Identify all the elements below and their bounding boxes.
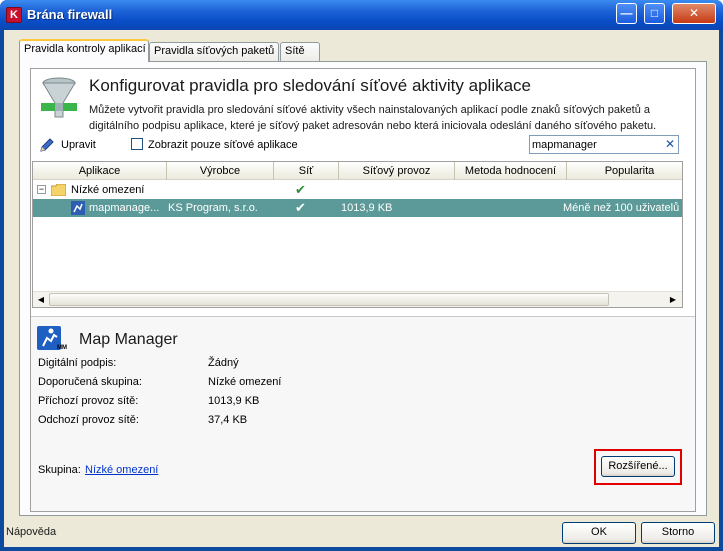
advanced-button-highlight: Rozšířené...	[594, 449, 682, 485]
recommended-group-value: Nízké omezení	[208, 376, 282, 388]
app-name-cell: mapmanage...	[89, 202, 160, 214]
page-description: Můžete vytvořit pravidla pro sledování s…	[89, 104, 657, 132]
close-icon: ✕	[688, 6, 700, 20]
map-manager-app-icon	[71, 201, 85, 215]
column-header-rating-method[interactable]: Metoda hodnocení	[455, 162, 567, 180]
popularity-cell: Méně než 100 uživatelů	[563, 202, 680, 214]
title-bar[interactable]: K Brána firewall — □ ✕	[0, 0, 723, 30]
maximize-icon: □	[650, 6, 659, 20]
digital-signature-label: Digitální podpis:	[38, 357, 117, 369]
clear-search-icon[interactable]: ✕	[665, 137, 675, 151]
window-title: Brána firewall	[27, 7, 113, 22]
app-name: Map Manager	[79, 331, 178, 348]
table-row[interactable]: mapmanage... KS Program, s.r.o. ✔ 1013,9…	[33, 199, 682, 217]
recommended-group-label: Doporučená skupina:	[38, 376, 142, 388]
collapse-icon[interactable]: −	[37, 185, 46, 194]
outgoing-traffic-value: 37,4 KB	[208, 414, 248, 426]
show-network-apps-label: Zobrazit pouze síťové aplikace	[148, 139, 298, 151]
grid-header: Aplikace Výrobce Síť Síťový provoz Metod…	[33, 162, 682, 180]
incoming-traffic-value: 1013,9 KB	[208, 395, 260, 407]
folder-icon	[51, 184, 66, 196]
tab-panel: Konfigurovat pravidla pro sledování síťo…	[19, 61, 707, 516]
scroll-left-icon[interactable]: ◀	[34, 294, 48, 306]
column-header-traffic[interactable]: Síťový provoz	[339, 162, 455, 180]
edit-button-label: Upravit	[61, 139, 96, 151]
help-link[interactable]: Nápověda	[6, 526, 56, 538]
applications-grid: Aplikace Výrobce Síť Síťový provoz Metod…	[32, 161, 683, 308]
advanced-button[interactable]: Rozšířené...	[601, 456, 675, 477]
app-icon-badge: MM	[57, 345, 67, 351]
vendor-cell: KS Program, s.r.o.	[168, 202, 258, 214]
close-button[interactable]: ✕	[672, 3, 716, 24]
column-header-popularity[interactable]: Popularita	[567, 162, 682, 180]
scrollbar-thumb[interactable]	[49, 293, 609, 306]
column-header-vendor[interactable]: Výrobce	[167, 162, 274, 180]
show-network-apps-checkbox[interactable]	[131, 138, 143, 150]
group-label: Skupina:	[38, 464, 81, 476]
incoming-traffic-label: Příchozí provoz sítě:	[38, 395, 139, 407]
network-allowed-check-icon: ✔	[295, 182, 306, 197]
scroll-right-icon[interactable]: ▶	[666, 294, 680, 306]
outgoing-traffic-label: Odchozí provoz sítě:	[38, 414, 139, 426]
group-link[interactable]: Nízké omezení	[85, 464, 158, 476]
group-row-low-restriction[interactable]: − Nízké omezení ✔	[33, 181, 682, 199]
search-input[interactable]	[532, 137, 660, 152]
group-name: Nízké omezení	[71, 184, 145, 196]
details-panel: MM Map Manager Digitální podpis: Žádný D…	[31, 317, 695, 511]
cancel-button[interactable]: Storno	[641, 522, 715, 544]
tab-networks[interactable]: Sítě	[280, 42, 320, 62]
ok-button[interactable]: OK	[562, 522, 636, 544]
dialog-body: Pravidla kontroly aplikací Pravidla síťo…	[4, 30, 719, 547]
column-header-application[interactable]: Aplikace	[33, 162, 167, 180]
firewall-window: K Brána firewall — □ ✕ Pravidla kontroly…	[0, 0, 723, 551]
traffic-cell: 1013,9 KB	[341, 202, 393, 214]
maximize-button[interactable]: □	[644, 3, 665, 24]
kaspersky-logo-icon: K	[6, 7, 22, 23]
minimize-icon: —	[620, 6, 633, 20]
edit-button[interactable]: Upravit	[39, 137, 96, 156]
tab-application-rules[interactable]: Pravidla kontroly aplikací	[19, 39, 149, 62]
network-check-icon: ✔	[295, 200, 306, 215]
tab-packet-rules[interactable]: Pravidla síťových paketů	[149, 42, 279, 62]
filter-funnel-icon	[41, 77, 77, 118]
horizontal-scrollbar[interactable]: ◀ ▶	[33, 291, 682, 307]
content-box: Konfigurovat pravidla pro sledování síťo…	[30, 68, 696, 512]
page-title: Konfigurovat pravidla pro sledování síťo…	[89, 76, 531, 95]
search-box: ✕	[529, 135, 679, 154]
column-header-network[interactable]: Síť	[274, 162, 339, 180]
pencil-icon	[40, 138, 54, 152]
toolbar: Upravit Zobrazit pouze síťové aplikace ✕	[33, 133, 693, 157]
digital-signature-value: Žádný	[208, 357, 239, 369]
minimize-button[interactable]: —	[616, 3, 637, 24]
